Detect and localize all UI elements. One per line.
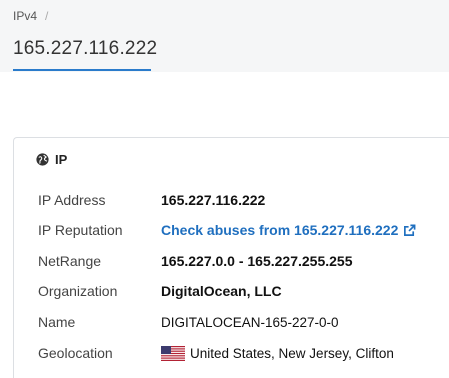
breadcrumb: IPv4 / bbox=[13, 9, 48, 23]
card-title: IP bbox=[36, 152, 67, 167]
value-geolocation-text: United States, New Jersey, Clifton bbox=[190, 345, 394, 361]
value-netrange: 165.227.0.0 - 165.227.255.255 bbox=[161, 253, 353, 269]
label-organization: Organization bbox=[38, 283, 118, 299]
page-title: 165.227.116.222 bbox=[13, 38, 158, 59]
active-tab-indicator bbox=[13, 69, 151, 71]
row-ip-address: IP Address 165.227.116.222 bbox=[38, 190, 449, 210]
check-abuses-link-text[interactable]: Check abuses from 165.227.116.222 bbox=[161, 222, 398, 238]
page-header: IPv4 / 165.227.116.222 bbox=[0, 0, 449, 72]
card-title-label: IP bbox=[55, 152, 68, 167]
us-flag-icon bbox=[161, 345, 185, 361]
globe-icon bbox=[36, 153, 49, 166]
label-netrange: NetRange bbox=[38, 253, 102, 269]
value-organization: DigitalOcean, LLC bbox=[161, 283, 282, 299]
external-link-icon[interactable] bbox=[403, 224, 416, 237]
value-geolocation: United States, New Jersey, Clifton bbox=[161, 345, 394, 361]
label-ip-reputation: IP Reputation bbox=[38, 222, 123, 238]
row-netrange: NetRange 165.227.0.0 - 165.227.255.255 bbox=[38, 251, 449, 271]
row-geolocation: Geolocation United States, New Jersey, C… bbox=[38, 343, 449, 363]
label-name: Name bbox=[38, 314, 76, 330]
label-geolocation: Geolocation bbox=[38, 345, 113, 361]
value-ip-address: 165.227.116.222 bbox=[161, 192, 266, 208]
label-ip-address: IP Address bbox=[38, 192, 106, 208]
row-ip-reputation: IP Reputation Check abuses from 165.227.… bbox=[38, 220, 449, 240]
breadcrumb-separator: / bbox=[45, 9, 49, 23]
ip-info-card: IP IP Address 165.227.116.222 IP Reputat… bbox=[13, 137, 449, 378]
value-name: DIGITALOCEAN-165-227-0-0 bbox=[161, 314, 339, 330]
breadcrumb-item-ipv4[interactable]: IPv4 bbox=[13, 9, 37, 23]
row-name: Name DIGITALOCEAN-165-227-0-0 bbox=[38, 312, 449, 332]
check-abuses-link[interactable]: Check abuses from 165.227.116.222 bbox=[161, 222, 416, 238]
row-organization: Organization DigitalOcean, LLC bbox=[38, 281, 449, 301]
